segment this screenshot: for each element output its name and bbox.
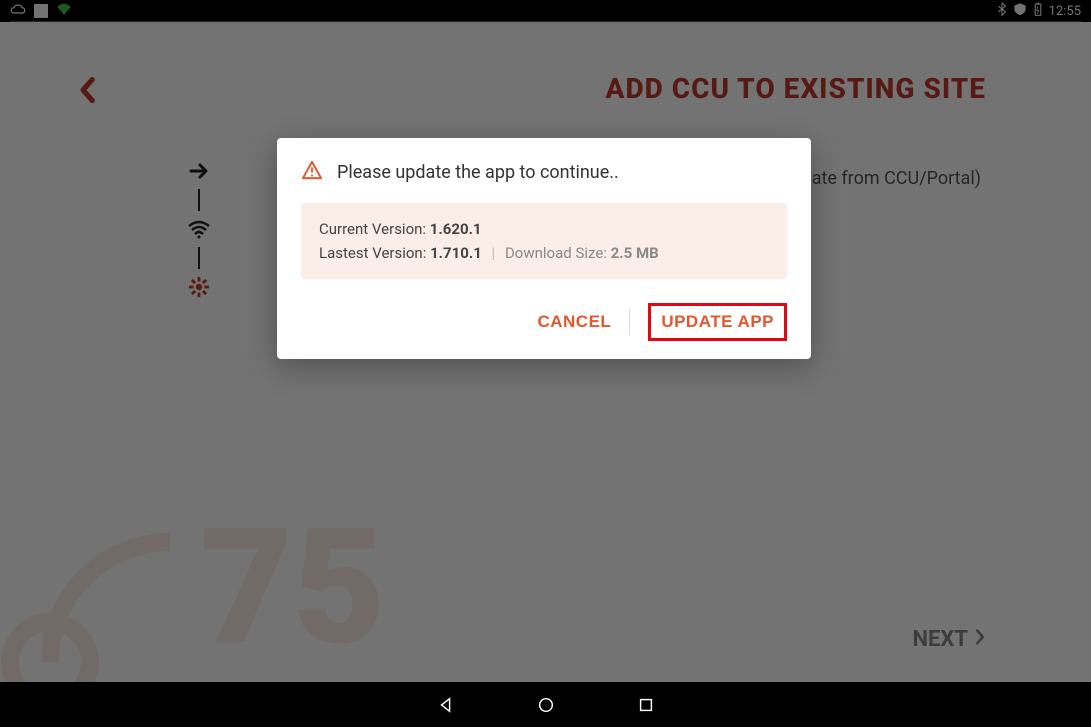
action-divider (629, 309, 630, 335)
update-app-button[interactable]: UPDATE APP (648, 303, 787, 341)
latest-version-label: Lastest Version: (319, 244, 426, 262)
cancel-button[interactable]: CANCEL (537, 312, 611, 332)
separator: | (492, 244, 496, 262)
latest-version-value: 1.710.1 (430, 244, 482, 262)
current-version-value: 1.620.1 (430, 220, 482, 238)
current-version-label: Current Version: (319, 220, 426, 238)
nav-recent-button[interactable] (636, 695, 656, 715)
modal-title: Please update the app to continue.. (337, 162, 619, 183)
download-size-label: Download Size: (505, 244, 607, 262)
warning-icon (301, 160, 323, 185)
nav-back-button[interactable] (436, 695, 456, 715)
version-info-box: Current Version: 1.620.1 Lastest Version… (301, 203, 787, 279)
android-nav-bar (0, 682, 1091, 727)
nav-home-button[interactable] (536, 695, 556, 715)
update-modal: Please update the app to continue.. Curr… (277, 138, 811, 359)
download-size-value: 2.5 MB (611, 244, 659, 262)
